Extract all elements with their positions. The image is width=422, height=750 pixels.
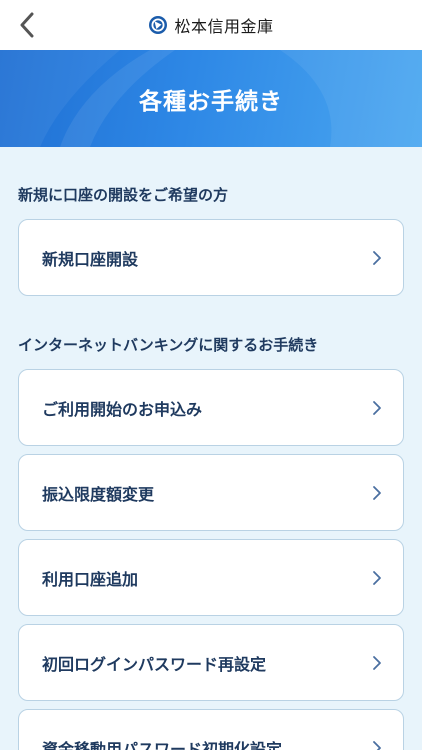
menu-item-label: 初回ログインパスワード再設定 (42, 654, 267, 674)
menu-item-add-account[interactable]: 利用口座追加 (18, 539, 404, 616)
menu-item-label: ご利用開始のお申込み (42, 399, 203, 419)
menu-item-login-password-reset[interactable]: 初回ログインパスワード再設定 (18, 624, 404, 701)
menu-item-new-account[interactable]: 新規口座開設 (18, 219, 404, 296)
menu-item-transfer-limit[interactable]: 振込限度額変更 (18, 454, 404, 531)
page-title: 各種お手続き (139, 88, 283, 115)
screen: 松本信用金庫 各種お手続き 新規に口座の開設をご希望の方 新規口座開設 インター… (0, 0, 422, 750)
menu-item-label: 利用口座追加 (42, 569, 139, 589)
menu-item-label: 資金移動用パスワード初期化設定 (42, 739, 283, 750)
section-title-new-account: 新規に口座の開設をご希望の方 (18, 186, 229, 204)
menu-item-label: 新規口座開設 (42, 249, 139, 269)
chevron-right-icon (373, 570, 381, 585)
page-banner: 各種お手続き (0, 50, 422, 147)
chevron-right-icon (373, 250, 381, 265)
chevron-right-icon (373, 740, 381, 750)
menu-item-start-application[interactable]: ご利用開始のお申込み (18, 369, 404, 446)
section-title-internet-banking: インターネットバンキングに関するお手続き (18, 336, 319, 354)
chevron-right-icon (373, 400, 381, 415)
navigation-bar: 松本信用金庫 (0, 0, 422, 50)
chevron-right-icon (373, 485, 381, 500)
brand: 松本信用金庫 (0, 0, 422, 50)
menu-item-transfer-password-init[interactable]: 資金移動用パスワード初期化設定 (18, 709, 404, 750)
menu-item-label: 振込限度額変更 (42, 484, 155, 504)
chevron-right-icon (373, 655, 381, 670)
bank-logo-icon (148, 15, 168, 35)
brand-name: 松本信用金庫 (174, 17, 274, 36)
